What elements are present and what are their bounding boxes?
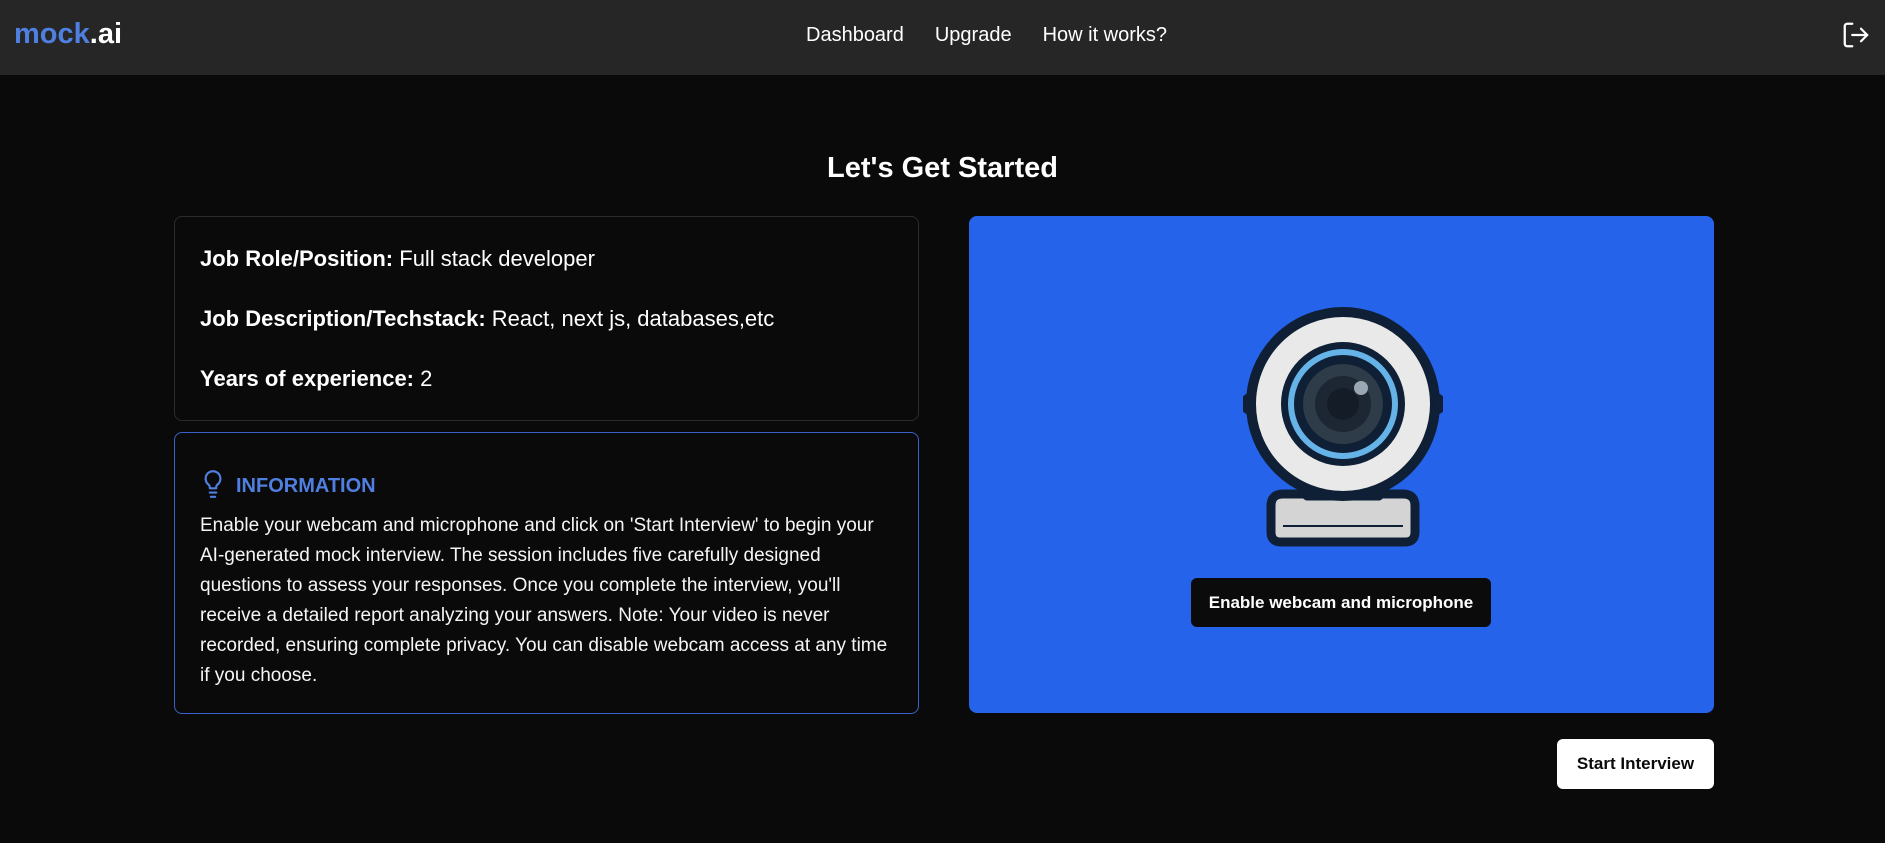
information-header: INFORMATION bbox=[200, 469, 376, 504]
start-interview-button[interactable]: Start Interview bbox=[1557, 739, 1714, 789]
job-description-row: Job Description/Techstack: React, next j… bbox=[200, 306, 774, 332]
job-role-label: Job Role/Position: bbox=[200, 246, 394, 271]
job-description-label: Job Description/Techstack: bbox=[200, 306, 486, 331]
information-title: INFORMATION bbox=[236, 475, 376, 497]
experience-label: Years of experience: bbox=[200, 366, 415, 391]
experience-value: 2 bbox=[420, 366, 433, 391]
top-navbar: mock.ai Dashboard Upgrade How it works? bbox=[0, 0, 1885, 75]
information-card: INFORMATION Enable your webcam and micro… bbox=[174, 432, 919, 714]
main-nav: Dashboard Upgrade How it works? bbox=[806, 24, 1167, 47]
logo-brand: mock bbox=[14, 18, 90, 50]
logo[interactable]: mock.ai bbox=[14, 18, 122, 51]
job-details-card: Job Role/Position: Full stack developer … bbox=[174, 216, 919, 421]
enable-webcam-button[interactable]: Enable webcam and microphone bbox=[1191, 578, 1491, 627]
logo-tld: .ai bbox=[89, 18, 123, 50]
nav-upgrade[interactable]: Upgrade bbox=[935, 24, 1012, 47]
logout-icon[interactable] bbox=[1841, 20, 1871, 50]
information-text: Enable your webcam and microphone and cl… bbox=[200, 515, 888, 686]
lightbulb-icon bbox=[200, 469, 226, 504]
experience-row: Years of experience: 2 bbox=[200, 366, 432, 392]
webcam-icon bbox=[1240, 300, 1446, 556]
nav-how-it-works[interactable]: How it works? bbox=[1043, 24, 1167, 47]
job-description-value: React, next js, databases,etc bbox=[491, 306, 775, 331]
page-title: Let's Get Started bbox=[827, 152, 1058, 184]
job-role-row: Job Role/Position: Full stack developer bbox=[200, 246, 595, 272]
job-role-value: Full stack developer bbox=[399, 246, 595, 271]
webcam-panel: Enable webcam and microphone bbox=[969, 216, 1714, 713]
nav-dashboard[interactable]: Dashboard bbox=[806, 24, 904, 47]
